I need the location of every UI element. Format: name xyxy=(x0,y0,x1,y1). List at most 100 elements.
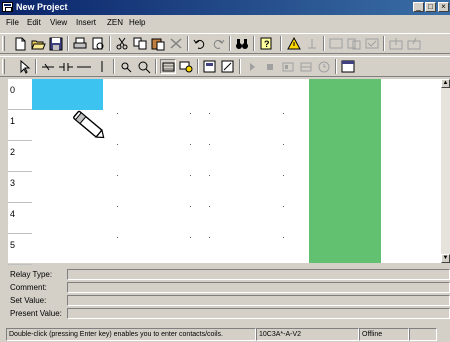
cut-icon[interactable] xyxy=(114,36,130,51)
open-folder-icon[interactable] xyxy=(30,36,46,51)
horizontal-line-icon[interactable] xyxy=(76,59,92,74)
toolbar-grip[interactable] xyxy=(2,36,5,51)
grid-dot xyxy=(209,206,210,207)
toolbar-separator xyxy=(35,59,37,74)
step-icon[interactable] xyxy=(280,59,296,74)
menu-bar: File Edit View Insert ZEN Help xyxy=(0,15,450,30)
window-title: New Project xyxy=(16,2,68,12)
counter-view-icon[interactable] xyxy=(220,59,236,74)
draw-line-icon[interactable] xyxy=(40,59,56,74)
row-number[interactable]: 5 xyxy=(8,234,32,265)
toolbar-separator xyxy=(187,36,189,51)
upload-icon[interactable] xyxy=(388,36,404,51)
ladder-editor[interactable] xyxy=(8,79,441,263)
grid-dot xyxy=(117,175,118,176)
grid-dot xyxy=(283,237,284,238)
compare-icon[interactable] xyxy=(346,36,362,51)
minimize-button[interactable]: _ xyxy=(413,2,424,12)
toolbar-grip[interactable] xyxy=(2,59,5,74)
grid-dot xyxy=(117,237,118,238)
menu-insert[interactable]: Insert xyxy=(76,17,96,28)
row-number[interactable]: 1 xyxy=(8,110,32,141)
pen-cursor-icon xyxy=(73,110,105,139)
scroll-up-arrow-icon[interactable]: ▲ xyxy=(441,79,450,88)
verify-icon[interactable] xyxy=(364,36,380,51)
grid-dot xyxy=(209,175,210,176)
status-device: 10C3A*-A-V2 xyxy=(256,328,359,341)
delete-icon[interactable] xyxy=(168,36,184,51)
grid-view-icon[interactable] xyxy=(160,59,176,74)
row-number[interactable]: 4 xyxy=(8,203,32,234)
contact-no-icon[interactable] xyxy=(58,59,74,74)
stop-icon[interactable] xyxy=(262,59,278,74)
status-mode: Offline xyxy=(359,328,409,341)
scroll-down-arrow-icon[interactable]: ▼ xyxy=(441,254,450,263)
maximize-button[interactable]: □ xyxy=(425,2,436,12)
monitor-icon[interactable] xyxy=(328,36,344,51)
copy-icon[interactable] xyxy=(132,36,148,51)
status-hint: Double-click (pressing Enter key) enable… xyxy=(6,328,256,341)
toolbar-separator xyxy=(253,36,255,51)
grid-dot xyxy=(283,175,284,176)
zoom-out-icon[interactable] xyxy=(118,59,134,74)
find-binoculars-icon[interactable] xyxy=(234,36,250,51)
menu-edit[interactable]: Edit xyxy=(27,17,41,28)
row-number[interactable]: 3 xyxy=(8,172,32,203)
menu-zen[interactable]: ZEN xyxy=(107,17,123,28)
grid-dot xyxy=(117,144,118,145)
row-number[interactable]: 2 xyxy=(8,141,32,172)
toolbar-separator xyxy=(109,36,111,51)
status-bar: Double-click (pressing Enter key) enable… xyxy=(0,327,450,342)
window-icon[interactable] xyxy=(340,59,356,74)
toolbar-separator xyxy=(239,59,241,74)
selected-cell[interactable] xyxy=(32,79,103,110)
print-preview-icon[interactable] xyxy=(90,36,106,51)
comment-field[interactable] xyxy=(67,282,450,293)
download-icon[interactable] xyxy=(406,36,422,51)
app-icon[interactable] xyxy=(2,2,13,12)
set-value-field[interactable] xyxy=(67,295,450,306)
menu-help[interactable]: Help xyxy=(129,17,145,28)
comment-label: Comment: xyxy=(10,283,47,292)
output-power-rail xyxy=(309,79,381,263)
save-icon[interactable] xyxy=(48,36,64,51)
transfer-icon[interactable] xyxy=(304,36,320,51)
close-button[interactable]: × xyxy=(438,2,449,12)
vertical-scrollbar[interactable]: ▲ ▼ xyxy=(441,79,450,263)
play-icon[interactable] xyxy=(244,59,260,74)
grid-dot xyxy=(209,113,210,114)
clock-icon[interactable] xyxy=(316,59,332,74)
toolbar-separator xyxy=(383,36,385,51)
timer-view-icon[interactable] xyxy=(202,59,218,74)
undo-icon[interactable] xyxy=(192,36,208,51)
paste-icon[interactable] xyxy=(150,36,166,51)
io-monitor-icon[interactable] xyxy=(298,59,314,74)
grid-dot xyxy=(190,175,191,176)
grid-dot xyxy=(117,113,118,114)
grid-dot xyxy=(209,237,210,238)
toolbar-separator xyxy=(229,36,231,51)
menu-file[interactable]: File xyxy=(6,17,19,28)
grid-dot xyxy=(283,206,284,207)
print-icon[interactable] xyxy=(72,36,88,51)
warning-icon[interactable] xyxy=(286,36,302,51)
grid-dot xyxy=(209,144,210,145)
grid-dot xyxy=(283,144,284,145)
comment-view-icon[interactable] xyxy=(178,59,194,74)
present-value-field[interactable] xyxy=(67,308,450,319)
relay-type-field[interactable] xyxy=(67,269,450,280)
help-icon[interactable]: ? xyxy=(258,36,274,51)
svg-text:?: ? xyxy=(264,39,270,49)
row-number-column: 0 1 2 3 4 5 xyxy=(8,79,32,265)
new-file-icon[interactable] xyxy=(12,36,28,51)
toolbar-separator xyxy=(280,36,282,51)
menu-view[interactable]: View xyxy=(50,17,67,28)
vertical-line-icon[interactable] xyxy=(94,59,110,74)
toolbar-separator xyxy=(335,59,337,74)
select-pointer-icon[interactable] xyxy=(16,59,32,74)
row-number[interactable]: 0 xyxy=(8,79,32,110)
grid-dot xyxy=(190,144,191,145)
set-value-label: Set Value: xyxy=(10,296,47,305)
zoom-in-icon[interactable] xyxy=(136,59,152,74)
redo-icon[interactable] xyxy=(210,36,226,51)
